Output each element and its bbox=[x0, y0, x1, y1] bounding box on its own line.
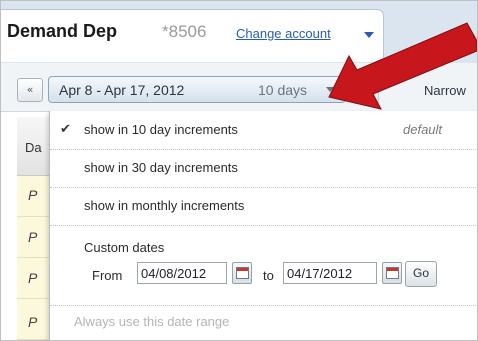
account-number: *8506 bbox=[162, 22, 207, 41]
narrow-label[interactable]: Narrow bbox=[424, 83, 466, 98]
table-header-label: Da bbox=[25, 140, 42, 155]
dropdown-caret-icon bbox=[326, 87, 334, 92]
table-row-text: P bbox=[28, 314, 38, 330]
default-badge: default bbox=[403, 122, 443, 137]
from-label: From bbox=[92, 268, 123, 283]
custom-dates-title: Custom dates bbox=[84, 240, 165, 255]
option-label: show in 30 day increments bbox=[84, 160, 238, 175]
app-frame: Demand Dep *8506 Change account « Apr 8 … bbox=[0, 0, 478, 341]
calendar-icon bbox=[236, 267, 249, 279]
to-date-input[interactable] bbox=[283, 262, 377, 284]
option-label: show in 10 day increments bbox=[84, 122, 238, 137]
table-row-text: P bbox=[28, 270, 38, 286]
option-30-day[interactable]: show in 30 day increments bbox=[50, 149, 477, 188]
date-range-label: Apr 8 - Apr 17, 2012 bbox=[59, 82, 185, 98]
option-label: show in monthly increments bbox=[84, 198, 245, 213]
calendar-icon bbox=[386, 267, 399, 279]
change-account-caret-icon[interactable] bbox=[364, 32, 374, 38]
option-10-day[interactable]: ✔ show in 10 day increments default bbox=[50, 111, 477, 150]
always-use-range-option[interactable]: Always use this date range bbox=[74, 314, 229, 329]
from-calendar-button[interactable] bbox=[232, 262, 252, 284]
change-account-link[interactable]: Change account bbox=[236, 26, 331, 41]
table-row-text: P bbox=[28, 229, 38, 245]
from-date-input[interactable] bbox=[137, 262, 227, 284]
to-calendar-button[interactable] bbox=[382, 262, 402, 284]
next-range-button[interactable] bbox=[353, 80, 379, 104]
go-button[interactable]: Go bbox=[405, 261, 437, 287]
account-name: Demand Dep bbox=[7, 21, 118, 41]
option-monthly[interactable]: show in monthly increments bbox=[50, 187, 477, 226]
custom-dates-section: Custom dates From to Go bbox=[50, 225, 477, 306]
date-range-dropdown[interactable]: Apr 8 - Apr 17, 2012 10 days bbox=[48, 76, 346, 103]
check-icon: ✔ bbox=[60, 122, 71, 137]
to-label: to bbox=[263, 268, 274, 283]
range-days-label: 10 days bbox=[258, 82, 308, 98]
previous-range-button[interactable]: « bbox=[17, 78, 43, 102]
date-range-menu: ✔ show in 10 day increments default show… bbox=[49, 111, 477, 340]
table-row-text: P bbox=[28, 187, 38, 203]
